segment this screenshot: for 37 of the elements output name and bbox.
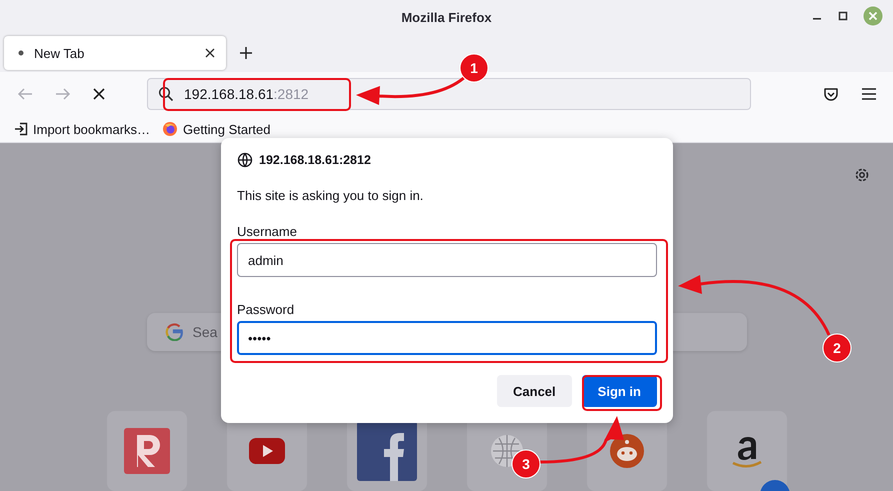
dialog-message: This site is asking you to sign in. xyxy=(237,188,424,203)
cancel-button[interactable]: Cancel xyxy=(497,375,572,407)
google-logo-icon xyxy=(164,323,182,341)
browser-tab[interactable]: New Tab xyxy=(4,36,226,70)
step-number-badge: 3 xyxy=(512,450,540,478)
globe-icon xyxy=(237,152,253,168)
play-logo-icon xyxy=(248,438,284,464)
close-tab-icon[interactable] xyxy=(204,47,216,59)
menu-icon[interactable] xyxy=(861,87,877,101)
favicon-dot-icon xyxy=(18,50,24,56)
settings-icon[interactable] xyxy=(853,166,871,184)
field-label: Password xyxy=(237,302,296,317)
password-field[interactable]: ••••• xyxy=(237,321,657,355)
f-logo-icon xyxy=(356,421,416,481)
maximize-icon[interactable] xyxy=(837,10,849,22)
new-tab-icon[interactable] xyxy=(238,45,254,61)
search-placeholder: Sea xyxy=(192,324,218,340)
address-bar[interactable]: 192.168.18.61:2812 xyxy=(147,78,751,110)
window-title: Mozilla Firefox xyxy=(401,10,492,24)
bookmark-item[interactable]: Getting Started xyxy=(162,121,270,137)
bookmark-item[interactable]: Import bookmarks… xyxy=(14,122,150,136)
firefox-logo-icon xyxy=(162,121,178,137)
field-label: Username xyxy=(237,224,298,239)
alien-logo-icon xyxy=(608,433,644,469)
top-site-tile[interactable] xyxy=(706,411,786,491)
sign-in-button[interactable]: Sign in xyxy=(582,375,657,407)
url-text: 192.168.18.61:2812 xyxy=(184,86,309,102)
site-origin: 192.168.18.61:2812 xyxy=(259,153,371,167)
step-number-badge: 2 xyxy=(822,334,852,362)
r-logo-icon xyxy=(122,427,170,475)
top-site-tile[interactable] xyxy=(106,411,186,491)
step-number-badge: 1 xyxy=(460,54,488,82)
username-field[interactable]: admin xyxy=(237,243,657,277)
search-icon xyxy=(158,86,174,102)
stop-icon[interactable] xyxy=(92,87,106,101)
pocket-icon[interactable] xyxy=(823,86,839,102)
import-icon xyxy=(14,122,28,136)
